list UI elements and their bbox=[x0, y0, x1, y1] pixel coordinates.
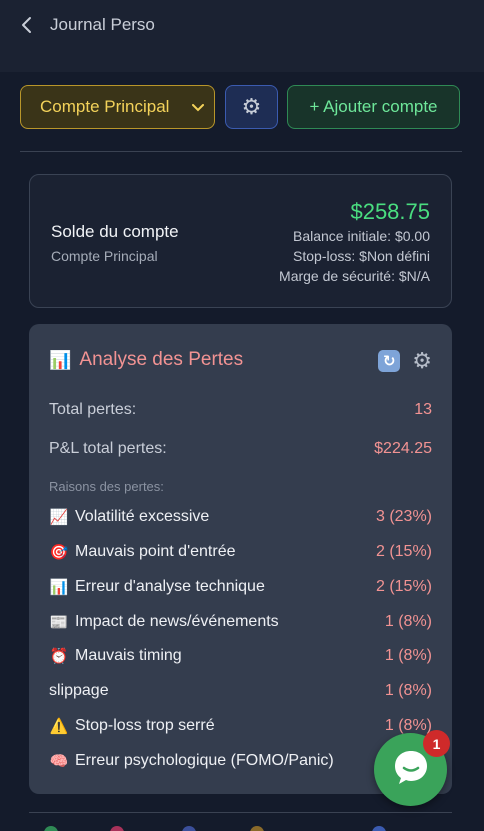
reason-row: ⏰ Mauvais timing 1 (8%) bbox=[49, 645, 432, 667]
gear-icon: ⚙ bbox=[241, 94, 262, 119]
alarm-clock-icon: ⏰ bbox=[49, 648, 69, 665]
pnl-losses-label: P&L total pertes: bbox=[49, 440, 167, 457]
reason-label: Impact de news/événements bbox=[75, 613, 279, 630]
chart-up-icon: 📈 bbox=[49, 509, 69, 526]
nav-dot bbox=[182, 826, 196, 831]
pnl-losses-row: P&L total pertes: $224.25 bbox=[49, 440, 432, 458]
reason-row: 📊 Erreur d'analyse technique 2 (15%) bbox=[49, 576, 432, 598]
reason-value: 1 (8%) bbox=[384, 682, 432, 699]
reason-label: Mauvais point d'entrée bbox=[75, 543, 236, 560]
balance-account-name: Compte Principal bbox=[51, 248, 158, 264]
reason-label: Erreur d'analyse technique bbox=[75, 578, 265, 595]
notification-badge: 1 bbox=[423, 730, 450, 757]
nav-dot bbox=[44, 826, 58, 831]
pnl-losses-value: $224.25 bbox=[374, 440, 432, 457]
divider bbox=[29, 812, 452, 813]
app-header: Journal Perso bbox=[0, 0, 484, 72]
chat-bubble-icon bbox=[391, 747, 431, 792]
reason-row: 🎯 Mauvais point d'entrée 2 (15%) bbox=[49, 541, 432, 563]
page-title: Journal Perso bbox=[50, 15, 155, 34]
divider bbox=[20, 151, 462, 152]
total-losses-label: Total pertes: bbox=[49, 401, 137, 418]
loss-analysis-title: Analyse des Pertes bbox=[79, 349, 244, 370]
add-account-button[interactable]: + Ajouter compte bbox=[287, 85, 460, 129]
reason-label: Stop-loss trop serré bbox=[75, 717, 215, 734]
reason-value: 2 (15%) bbox=[375, 543, 432, 560]
reason-label: Erreur psychologique (FOMO/Panic) bbox=[75, 752, 334, 769]
nav-dot bbox=[110, 826, 124, 831]
reason-row: slippage 1 (8%) bbox=[49, 680, 432, 702]
account-select[interactable]: Compte Principal bbox=[20, 85, 215, 129]
reason-value: 2 (15%) bbox=[375, 578, 432, 595]
reasons-label: Raisons des pertes: bbox=[49, 479, 164, 494]
initial-balance: Balance initiale: $0.00 bbox=[293, 228, 430, 244]
account-select-value: Compte Principal bbox=[40, 97, 170, 116]
chevron-down-icon bbox=[192, 97, 204, 117]
gear-icon[interactable]: ⚙ bbox=[412, 348, 432, 374]
refresh-icon[interactable]: ↻ bbox=[378, 350, 401, 372]
reason-row: 📈 Volatilité excessive 3 (23%) bbox=[49, 506, 432, 528]
nav-dot bbox=[250, 826, 264, 831]
reason-value: 1 (8%) bbox=[384, 613, 432, 630]
reason-label: Mauvais timing bbox=[75, 647, 182, 664]
loss-analysis-card: 📊 Analyse des Pertes ↻ ⚙ Total pertes: 1… bbox=[29, 324, 452, 794]
reason-label: Volatilité excessive bbox=[75, 508, 210, 525]
reason-value: 3 (23%) bbox=[375, 508, 432, 525]
safety-margin: Marge de sécurité: $N/A bbox=[279, 268, 430, 284]
balance-title: Solde du compte bbox=[51, 222, 179, 241]
balance-amount: $258.75 bbox=[350, 199, 430, 224]
account-settings-button[interactable]: ⚙ bbox=[225, 85, 278, 129]
reason-label: slippage bbox=[49, 682, 109, 699]
reason-value: 1 (8%) bbox=[384, 647, 432, 664]
newspaper-icon: 📰 bbox=[49, 614, 69, 631]
total-losses-row: Total pertes: 13 bbox=[49, 401, 432, 419]
bar-chart-icon: 📊 bbox=[49, 579, 69, 596]
nav-dot bbox=[372, 826, 386, 831]
bar-chart-icon: 📊 bbox=[49, 349, 72, 370]
stop-loss-value: Stop-loss: $Non défini bbox=[293, 248, 430, 264]
reason-row: ⚠️ Stop-loss trop serré 1 (8%) bbox=[49, 715, 432, 737]
total-losses-value: 13 bbox=[414, 401, 432, 418]
reason-row: 📰 Impact de news/événements 1 (8%) bbox=[49, 611, 432, 633]
back-chevron-icon[interactable] bbox=[20, 15, 34, 35]
target-icon: 🎯 bbox=[49, 544, 69, 561]
bottom-nav-peek bbox=[0, 826, 484, 831]
warning-icon: ⚠️ bbox=[49, 718, 69, 735]
brain-icon: 🧠 bbox=[49, 753, 69, 770]
balance-card: Solde du compte Compte Principal $258.75… bbox=[29, 174, 452, 308]
account-toolbar: Compte Principal ⚙ + Ajouter compte bbox=[20, 85, 462, 129]
